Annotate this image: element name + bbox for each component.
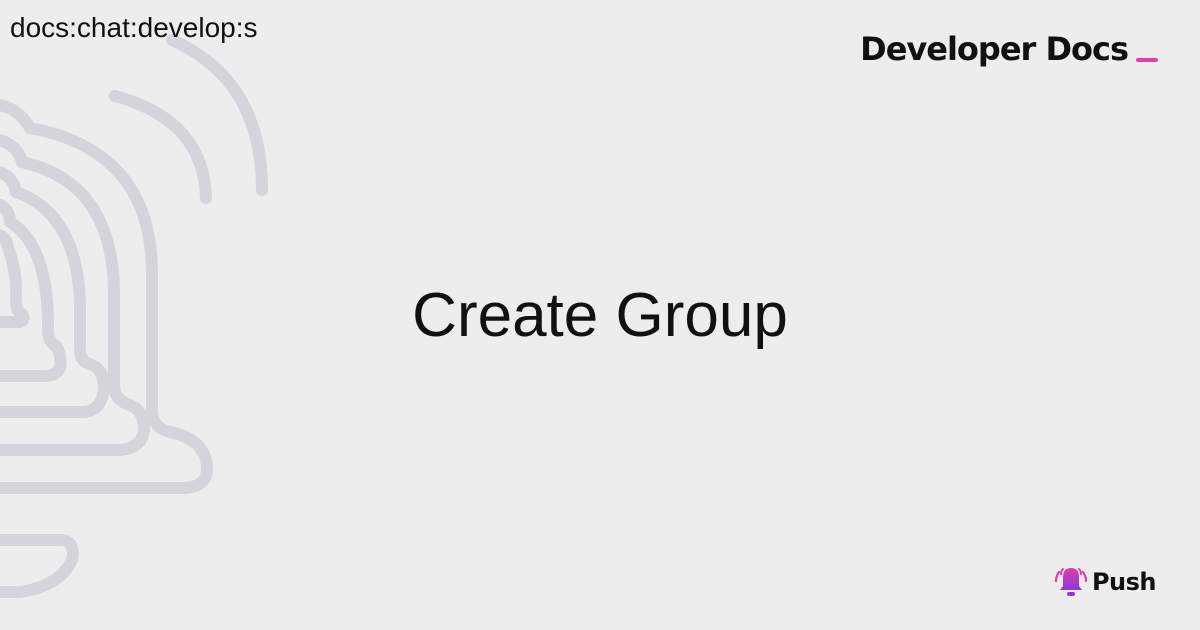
push-logo-text: Push xyxy=(1091,568,1157,596)
bell-clapper xyxy=(0,534,79,598)
cursor-underscore-icon xyxy=(1136,58,1158,62)
page-title: Create Group xyxy=(412,281,788,350)
brand-header: Developer Docs xyxy=(860,30,1158,68)
bell-icon xyxy=(1054,568,1088,596)
brand-title: Developer Docs xyxy=(860,30,1129,68)
push-logo: Push xyxy=(1054,564,1157,600)
page-slug: docs:chat:develop:s xyxy=(10,12,258,43)
signal-wave-outer xyxy=(166,34,268,196)
